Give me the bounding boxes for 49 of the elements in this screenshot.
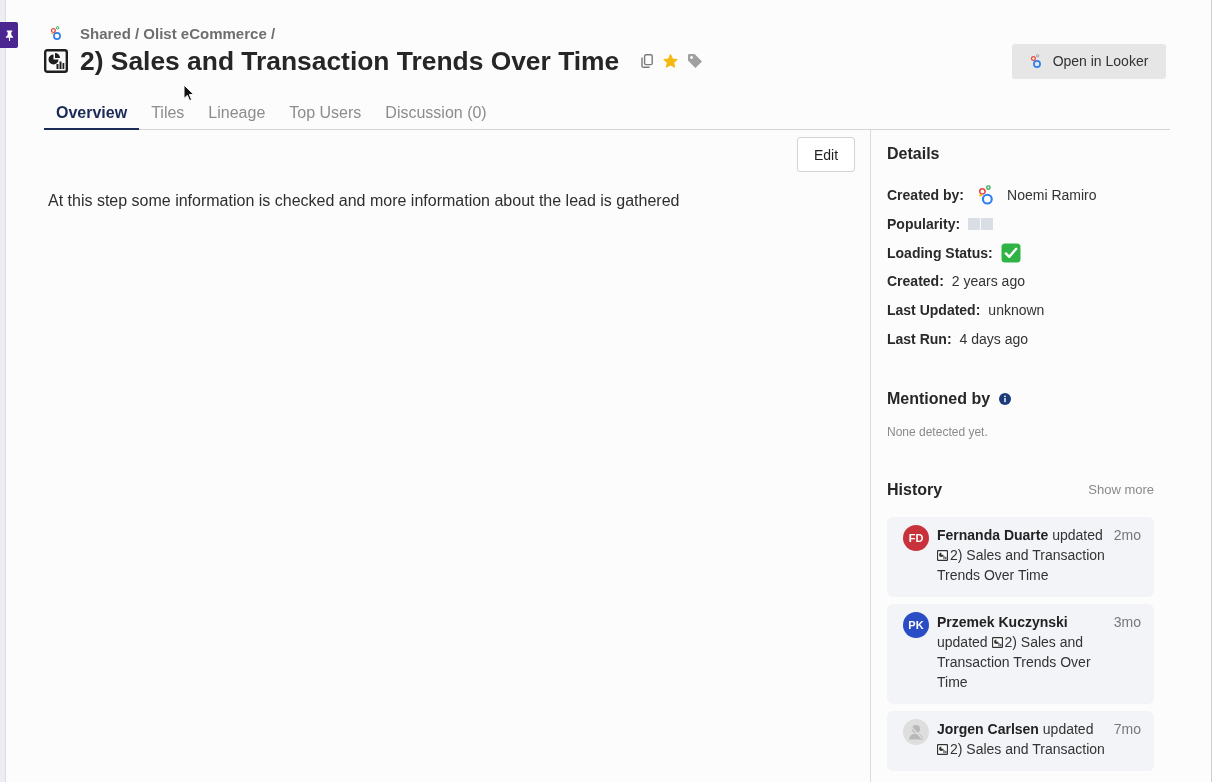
user-avatar: PK [903,611,929,638]
dashboard-icon [937,743,948,755]
detail-value: Noemi Ramiro [1007,186,1097,203]
section-heading: Mentioned by [887,388,991,409]
logo-icon [50,26,62,40]
tab[interactable]: Tiles [139,96,197,130]
history-entry: Fernanda Duarte updated 2) Sales and Transaction Trends Over Time [937,525,1106,585]
time-text: 2mo [1113,525,1141,545]
copy-icon[interactable] [641,54,654,68]
dashboard-icon [937,549,948,561]
detail-label: Created: [887,273,944,290]
history-entry: Przemek Kuczynski updated 2) Sales and Transaction Trends Over Time [937,612,1092,692]
tab[interactable]: Top Users [277,96,374,130]
dashboard-icon [44,49,68,73]
open-in-looker-button[interactable]: Open in Looker [1012,43,1166,79]
pin-button[interactable] [0,22,18,48]
section-heading: History [887,479,943,500]
description-text: At this step some information is checked and more information about the lead is gathered [48,191,680,211]
tab[interactable]: Discussion (0) [373,96,499,130]
breadcrumb[interactable]: Shared / Olist eCommerce / [80,24,276,42]
info-icon[interactable] [999,392,1012,405]
time-text: 3mo [1113,612,1141,632]
detail-label: Popularity: [887,216,961,233]
page-title: 2) Sales and Transaction Trends Over Time [80,45,620,78]
history-entry: Jorgen Carlsen updated 2) Sales and Transaction [937,719,1106,759]
time-text: 7mo [1113,719,1141,739]
logo-icon [978,184,995,205]
star-icon[interactable] [663,53,679,69]
dashboard-icon [991,636,1003,648]
pin-icon [3,29,15,41]
detail-value: unknown [988,302,1045,319]
detail-label: Loading Status: [887,244,993,261]
empty-state-text: None detected yet. [887,423,988,440]
logo-icon [1029,54,1042,68]
tab[interactable]: Overview [44,96,140,130]
detail-label: Last Updated: [887,302,981,319]
mouse-pointer-icon [183,84,195,102]
detail-label: Last Run: [887,330,952,347]
edit-button[interactable]: Edit [797,137,855,172]
squares-icon [968,218,994,231]
tab[interactable]: Lineage [196,96,278,130]
detail-value: 4 days ago [959,330,1029,347]
section-heading: Details [887,144,940,164]
show-more-link[interactable]: Show more [1088,482,1154,498]
detail-value: 2 years ago [951,273,1025,290]
user-avatar: FD [903,524,929,551]
detail-label: Created by: [887,186,965,203]
person-icon [903,718,929,745]
tag-icon[interactable] [687,53,704,69]
